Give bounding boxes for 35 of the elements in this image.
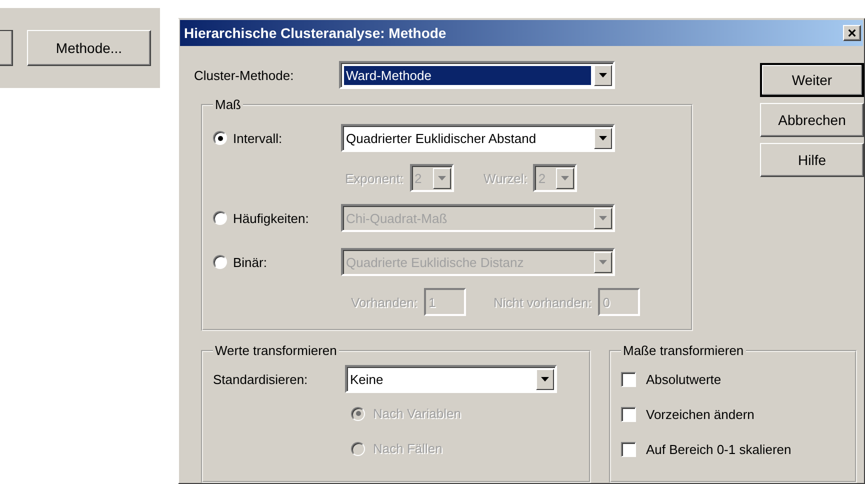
caret-icon <box>599 72 607 78</box>
group-title: Maße transformieren <box>622 343 745 358</box>
radio-button[interactable] <box>213 131 227 145</box>
checkbox-label: Vorzeichen ändern <box>646 407 754 422</box>
checkbox[interactable] <box>621 372 636 387</box>
radio-label: Intervall: <box>233 130 282 146</box>
dialog-button[interactable]: Weiter <box>760 63 864 97</box>
checkbox[interactable] <box>621 442 636 457</box>
field-label: Standardisieren: <box>213 372 309 386</box>
group-title: Maß <box>214 97 242 112</box>
caret-icon <box>599 136 607 140</box>
checkbox-label: Absolutwerte <box>646 372 722 387</box>
methode-button[interactable]: Methode... <box>27 30 151 66</box>
dialog-button[interactable]: Abbrechen <box>760 103 864 137</box>
caret-icon <box>438 176 446 180</box>
dropdown[interactable]: Keine <box>345 365 557 393</box>
dropdown-button[interactable] <box>536 368 554 390</box>
checkbox-label: Auf Bereich 0-1 skalieren <box>646 442 792 457</box>
dropdown[interactable]: Quadrierter Euklidischer Abstand <box>341 124 615 152</box>
caret-icon <box>541 376 549 382</box>
dropdown[interactable]: Ward-Methode <box>339 61 615 89</box>
caret-icon <box>599 216 607 220</box>
radio-label: Häufigkeiten: <box>233 210 309 226</box>
window-title: Hierarchische Clusteranalyse: Methode <box>184 25 446 41</box>
dropdown-button[interactable] <box>594 64 612 86</box>
close-button[interactable]: × <box>843 25 861 41</box>
caret-icon <box>561 176 570 180</box>
group-title: Werte transformieren <box>214 343 338 358</box>
dialog-button[interactable]: Hilfe <box>760 143 864 177</box>
caret-icon <box>599 260 607 264</box>
field-label: Cluster-Methode: <box>194 68 295 82</box>
dropdown-button[interactable] <box>594 128 612 148</box>
radio-label: Binär: <box>233 254 267 270</box>
checkbox[interactable] <box>621 407 636 422</box>
button[interactable] <box>0 30 13 66</box>
